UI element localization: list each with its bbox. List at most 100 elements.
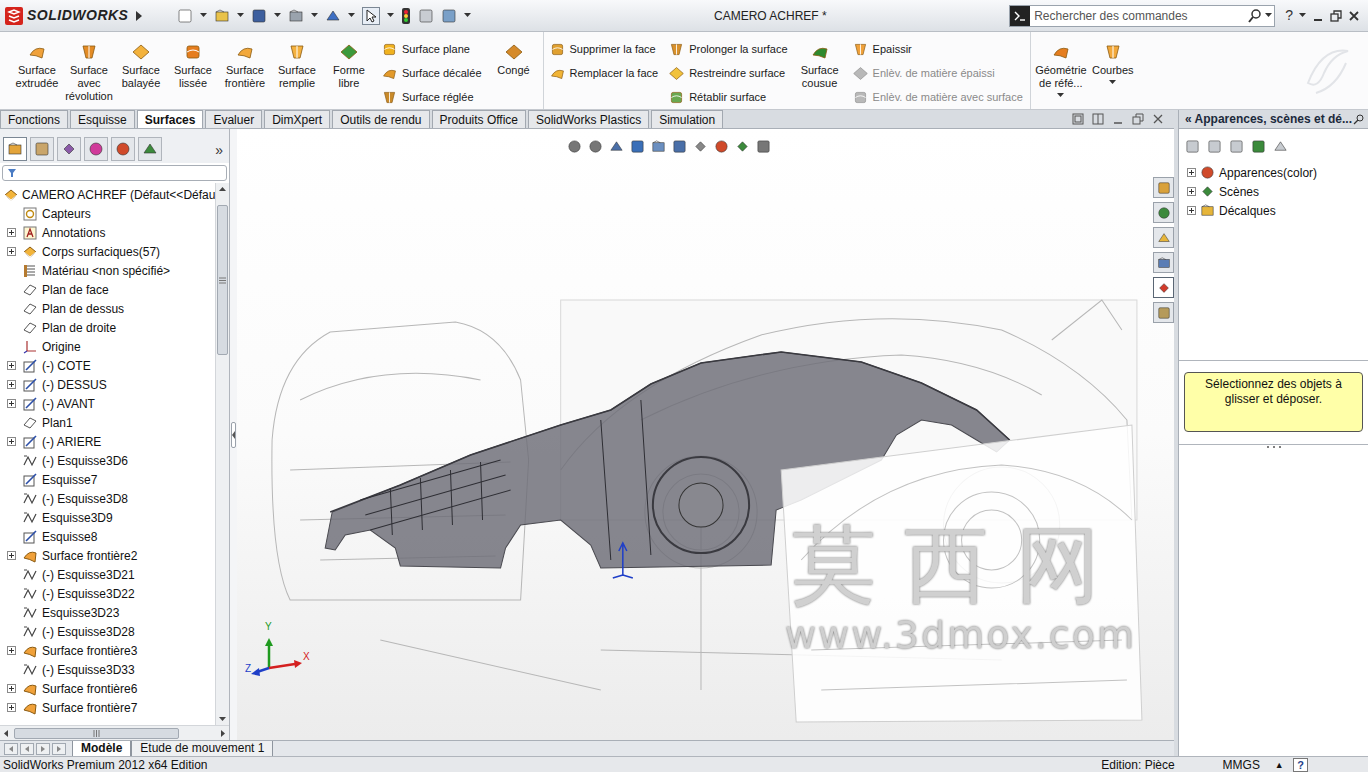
ribbon-large-button[interactable]: Géométrie de réfé... [1036, 32, 1086, 109]
ribbon-large-button[interactable]: Surface frontière [220, 32, 270, 109]
zoom-fit-icon[interactable] [567, 139, 582, 154]
tree-item[interactable]: Esquisse8 [0, 527, 215, 546]
dropdown-arrow-icon[interactable] [1299, 13, 1306, 18]
split-view-icon[interactable] [1092, 113, 1104, 125]
panel-tab-icon[interactable] [34, 141, 50, 157]
tree-item[interactable]: (-) DESSUS [0, 375, 215, 394]
ribbon-large-button[interactable]: Surface remplie [272, 32, 322, 109]
panel-splitter[interactable] [230, 129, 237, 740]
add-icon[interactable] [1185, 139, 1200, 154]
units[interactable]: MMGS [1213, 758, 1269, 772]
scroll-left-icon[interactable] [0, 727, 12, 740]
tile-view-icon[interactable] [1072, 113, 1084, 125]
previous-view-icon[interactable] [609, 139, 624, 154]
tree-item[interactable]: Corps surfaciques(57) [0, 242, 215, 261]
copy-icon[interactable] [1229, 139, 1244, 154]
undo-icon[interactable] [325, 8, 341, 24]
tree-item[interactable]: (-) COTE [0, 356, 215, 375]
tree-item[interactable]: Surface frontière2 [0, 546, 215, 565]
task-pane-tab[interactable] [1153, 202, 1174, 223]
expand-toggle-icon[interactable] [7, 228, 16, 237]
library-item[interactable]: Apparences(color) [1187, 163, 1368, 182]
panel-tab-icon[interactable] [61, 141, 77, 157]
expand-toggle-icon[interactable] [7, 703, 16, 712]
tree-item[interactable]: (-) Esquisse3D28 [0, 622, 215, 641]
command-tab[interactable]: Fonctions [0, 110, 68, 128]
ribbon-small-button[interactable]: Epaissir [852, 37, 1023, 61]
dropdown-arrow-icon[interactable] [464, 13, 471, 18]
tree-item[interactable]: (-) Esquisse3D8 [0, 489, 215, 508]
tree-item[interactable]: Plan de face [0, 280, 215, 299]
tree-item[interactable]: Capteurs [0, 204, 215, 223]
ribbon-small-button[interactable]: Surface réglée [381, 85, 482, 109]
tree-item[interactable]: Surface frontière3 [0, 641, 215, 660]
panel-tab[interactable] [30, 137, 54, 161]
expand-toggle-icon[interactable] [7, 646, 16, 655]
tree-item[interactable]: (-) Esquisse3D22 [0, 584, 215, 603]
up-icon[interactable] [1273, 139, 1288, 154]
dropdown-arrow-icon[interactable] [274, 13, 281, 18]
more-tabs-button[interactable]: » [215, 143, 223, 157]
ribbon-large-button[interactable]: Surface cousue [795, 32, 845, 109]
task-pane-tab[interactable] [1153, 252, 1174, 273]
dropdown-arrow-icon[interactable] [348, 13, 355, 18]
expand-toggle-icon[interactable] [7, 684, 16, 693]
expand-toggle-icon[interactable] [1187, 168, 1196, 177]
menu-arrow-icon[interactable] [135, 11, 143, 21]
bottom-tab[interactable]: Etude de mouvement 1 [131, 741, 273, 757]
restore-icon[interactable] [1330, 10, 1342, 22]
appearance-icon[interactable] [714, 139, 729, 154]
tree-item[interactable]: (-) Esquisse3D33 [0, 660, 215, 679]
graphics-area[interactable]: YZX莫西网www.3dmox.com [237, 129, 1174, 740]
expand-toggle-icon[interactable] [7, 399, 16, 408]
command-tab[interactable]: Esquisse [70, 110, 135, 128]
ribbon-small-button[interactable]: Enlèv. de matière avec surface [852, 85, 1023, 109]
filter-field[interactable] [2, 165, 227, 181]
task-pane-tab-icon[interactable] [1157, 256, 1171, 270]
command-tab[interactable]: Simulation [651, 110, 723, 128]
search-icon[interactable] [1247, 8, 1263, 24]
task-pane-tab-icon[interactable] [1157, 231, 1171, 245]
panel-tab[interactable] [57, 137, 81, 161]
command-tab[interactable]: Produits Office [432, 110, 526, 128]
ribbon-large-button[interactable]: Surface extrudée [12, 32, 62, 109]
ribbon-small-button[interactable]: Restreindre surface [668, 61, 787, 85]
panel-tab-icon[interactable] [142, 141, 158, 157]
ribbon-small-button[interactable]: Supprimer la face [549, 37, 659, 61]
ribbon-large-button[interactable]: Surface lissée [168, 32, 218, 109]
panel-tab-icon[interactable] [115, 141, 131, 157]
app-logo[interactable]: SOLIDWORKS [0, 0, 149, 31]
scroll-up-icon[interactable] [216, 183, 229, 195]
command-tab[interactable]: Surfaces [137, 110, 204, 128]
task-pane-tab-icon[interactable] [1157, 181, 1171, 195]
ribbon-small-button[interactable]: Surface décalée [381, 61, 482, 85]
dropdown-arrow-icon[interactable] [200, 13, 207, 18]
expand-toggle-icon[interactable] [1187, 206, 1196, 215]
task-pane-tab-icon[interactable] [1157, 306, 1171, 320]
task-pane-tab[interactable] [1153, 302, 1174, 323]
help-button[interactable]: ? [1285, 5, 1293, 26]
doc-restore-icon[interactable] [1132, 113, 1144, 125]
task-pane-tab-icon[interactable] [1157, 206, 1171, 220]
panel-tab[interactable] [111, 137, 135, 161]
tree-item[interactable]: Plan1 [0, 413, 215, 432]
expand-toggle-icon[interactable] [7, 437, 16, 446]
tree-item[interactable]: Esquisse3D9 [0, 508, 215, 527]
doc-close-icon[interactable] [1152, 113, 1164, 125]
new-document-icon[interactable] [177, 8, 193, 24]
nav-first-icon[interactable] [4, 743, 18, 755]
scene-icon[interactable] [735, 139, 750, 154]
library-folder-icon[interactable] [1200, 203, 1215, 218]
folder-add-icon[interactable] [1207, 139, 1222, 154]
h-scroll-thumb[interactable] [14, 728, 179, 739]
panel-tab[interactable] [84, 137, 108, 161]
expand-toggle-icon[interactable] [7, 361, 16, 370]
status-help-button[interactable]: ? [1293, 758, 1308, 772]
splitter-grip-icon[interactable] [1265, 445, 1283, 449]
search-commands[interactable]: Rechercher des commandes [1009, 5, 1275, 27]
display-style-icon[interactable] [672, 139, 687, 154]
minimize-icon[interactable] [1312, 10, 1324, 22]
ribbon-small-button[interactable]: Enlèv. de matière épaissi [852, 61, 1023, 85]
task-pane-tab[interactable] [1153, 227, 1174, 248]
dropdown-arrow-icon[interactable] [311, 13, 318, 18]
